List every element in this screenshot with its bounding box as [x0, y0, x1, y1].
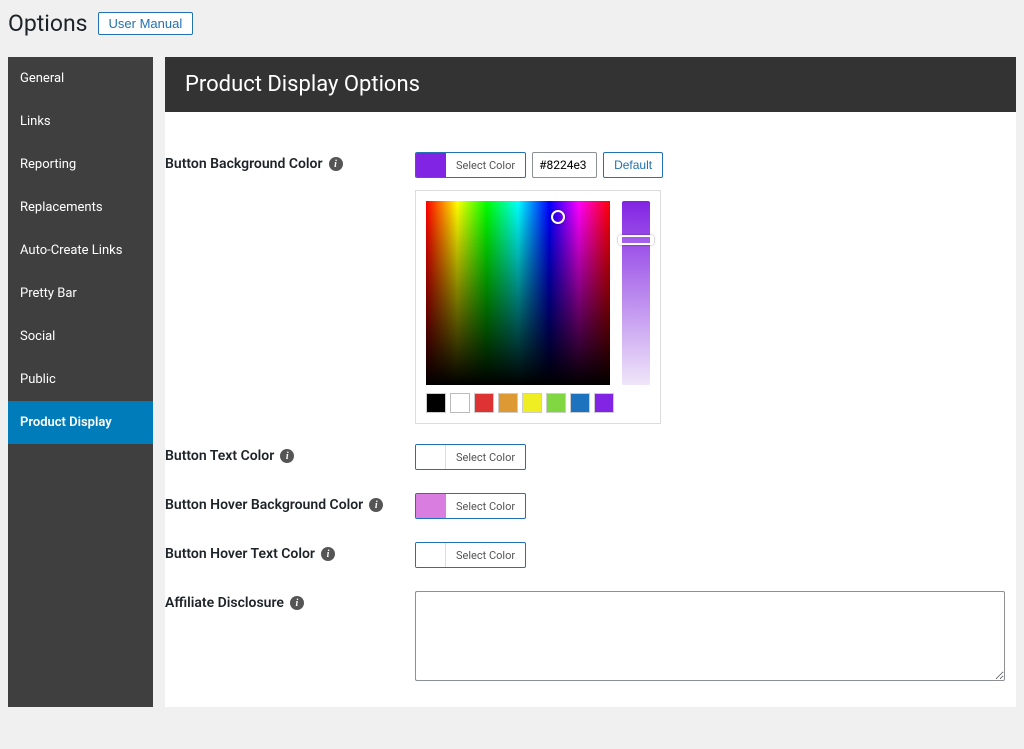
sidebar-item-pretty-bar[interactable]: Pretty Bar — [8, 272, 153, 315]
color-swatch — [416, 543, 446, 567]
sidebar-item-product-display[interactable]: Product Display — [8, 401, 153, 444]
palette-swatch[interactable] — [594, 393, 614, 413]
field-button-bg-color: Button Background Color i Select Color D… — [165, 132, 1016, 424]
sidebar-item-links[interactable]: Links — [8, 100, 153, 143]
select-color-button[interactable]: Select Color — [415, 444, 526, 470]
sidebar-item-public[interactable]: Public — [8, 358, 153, 401]
settings-sidebar: GeneralLinksReportingReplacementsAuto-Cr… — [8, 57, 153, 707]
info-icon[interactable]: i — [329, 157, 343, 171]
user-manual-button[interactable]: User Manual — [98, 12, 194, 35]
field-label: Affiliate Disclosure — [165, 595, 284, 611]
sidebar-item-general[interactable]: General — [8, 57, 153, 100]
sv-handle[interactable] — [551, 210, 565, 224]
info-icon[interactable]: i — [280, 449, 294, 463]
select-color-label: Select Color — [446, 445, 525, 469]
sidebar-item-reporting[interactable]: Reporting — [8, 143, 153, 186]
hex-input[interactable] — [532, 152, 597, 178]
field-label: Button Background Color — [165, 156, 323, 172]
field-label: Button Hover Text Color — [165, 546, 315, 562]
default-button[interactable]: Default — [603, 152, 663, 178]
select-color-button[interactable]: Select Color — [415, 542, 526, 568]
palette-row — [426, 393, 650, 413]
palette-swatch[interactable] — [474, 393, 494, 413]
color-swatch — [416, 494, 446, 518]
field-affiliate-disclosure: Affiliate Disclosure i — [165, 571, 1016, 685]
palette-swatch[interactable] — [450, 393, 470, 413]
color-swatch — [416, 445, 446, 469]
select-color-label: Select Color — [446, 543, 525, 567]
info-icon[interactable]: i — [321, 547, 335, 561]
main-panel: Product Display Options Button Backgroun… — [165, 57, 1016, 707]
sidebar-item-auto-create-links[interactable]: Auto-Create Links — [8, 229, 153, 272]
sidebar-item-replacements[interactable]: Replacements — [8, 186, 153, 229]
panel-title: Product Display Options — [185, 72, 996, 97]
select-color-label: Select Color — [446, 494, 525, 518]
saturation-value-area[interactable] — [426, 201, 610, 385]
palette-swatch[interactable] — [546, 393, 566, 413]
info-icon[interactable]: i — [290, 596, 304, 610]
panel-header: Product Display Options — [165, 57, 1016, 112]
select-color-label: Select Color — [446, 153, 525, 177]
color-swatch — [416, 153, 446, 177]
sidebar-item-social[interactable]: Social — [8, 315, 153, 358]
field-label: Button Text Color — [165, 448, 274, 464]
palette-swatch[interactable] — [498, 393, 518, 413]
info-icon[interactable]: i — [369, 498, 383, 512]
select-color-button[interactable]: Select Color — [415, 152, 526, 178]
page-title: Options — [8, 10, 88, 37]
hue-handle[interactable] — [618, 235, 654, 245]
field-label: Button Hover Background Color — [165, 497, 363, 513]
palette-swatch[interactable] — [570, 393, 590, 413]
hue-slider[interactable] — [622, 201, 650, 385]
palette-swatch[interactable] — [522, 393, 542, 413]
color-picker — [415, 190, 661, 424]
palette-swatch[interactable] — [426, 393, 446, 413]
field-button-text-color: Button Text Color i Select Color — [165, 424, 1016, 473]
affiliate-disclosure-textarea[interactable] — [415, 591, 1005, 681]
field-button-hover-bg-color: Button Hover Background Color i Select C… — [165, 473, 1016, 522]
select-color-button[interactable]: Select Color — [415, 493, 526, 519]
page-header: Options User Manual — [0, 0, 1024, 57]
field-button-hover-text-color: Button Hover Text Color i Select Color — [165, 522, 1016, 571]
